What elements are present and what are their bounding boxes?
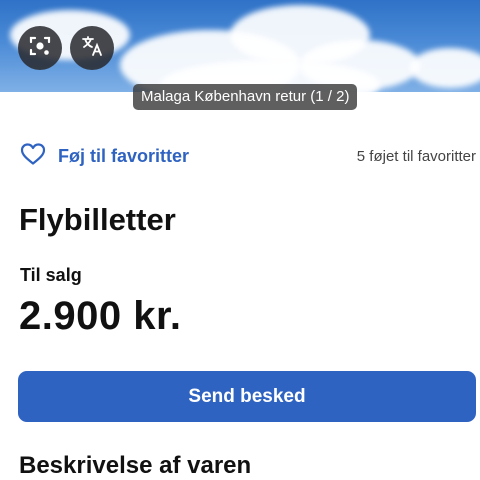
description-heading: Beskrivelse af varen	[19, 452, 252, 479]
favorites-count: 5 føjet til favoritter	[356, 147, 476, 165]
listing-title: Flybilletter	[19, 202, 176, 237]
listing-image[interactable]	[0, 0, 480, 92]
send-message-button[interactable]: Send besked	[18, 371, 476, 422]
favorites-row: Føj til favoritter 5 føjet til favoritte…	[20, 140, 476, 172]
image-caption: Malaga København retur (1 / 2)	[133, 84, 358, 110]
translate-button[interactable]	[70, 26, 114, 70]
heart-outline-icon	[20, 142, 58, 171]
listing-status: Til salg	[20, 265, 82, 285]
add-favorite-label: Føj til favoritter	[58, 145, 190, 166]
listing-price: 2.900 kr.	[19, 294, 182, 338]
translate-icon	[80, 34, 104, 63]
lens-button[interactable]	[18, 26, 62, 70]
lens-icon	[28, 34, 52, 63]
add-favorite-button[interactable]: Føj til favoritter	[20, 142, 189, 171]
